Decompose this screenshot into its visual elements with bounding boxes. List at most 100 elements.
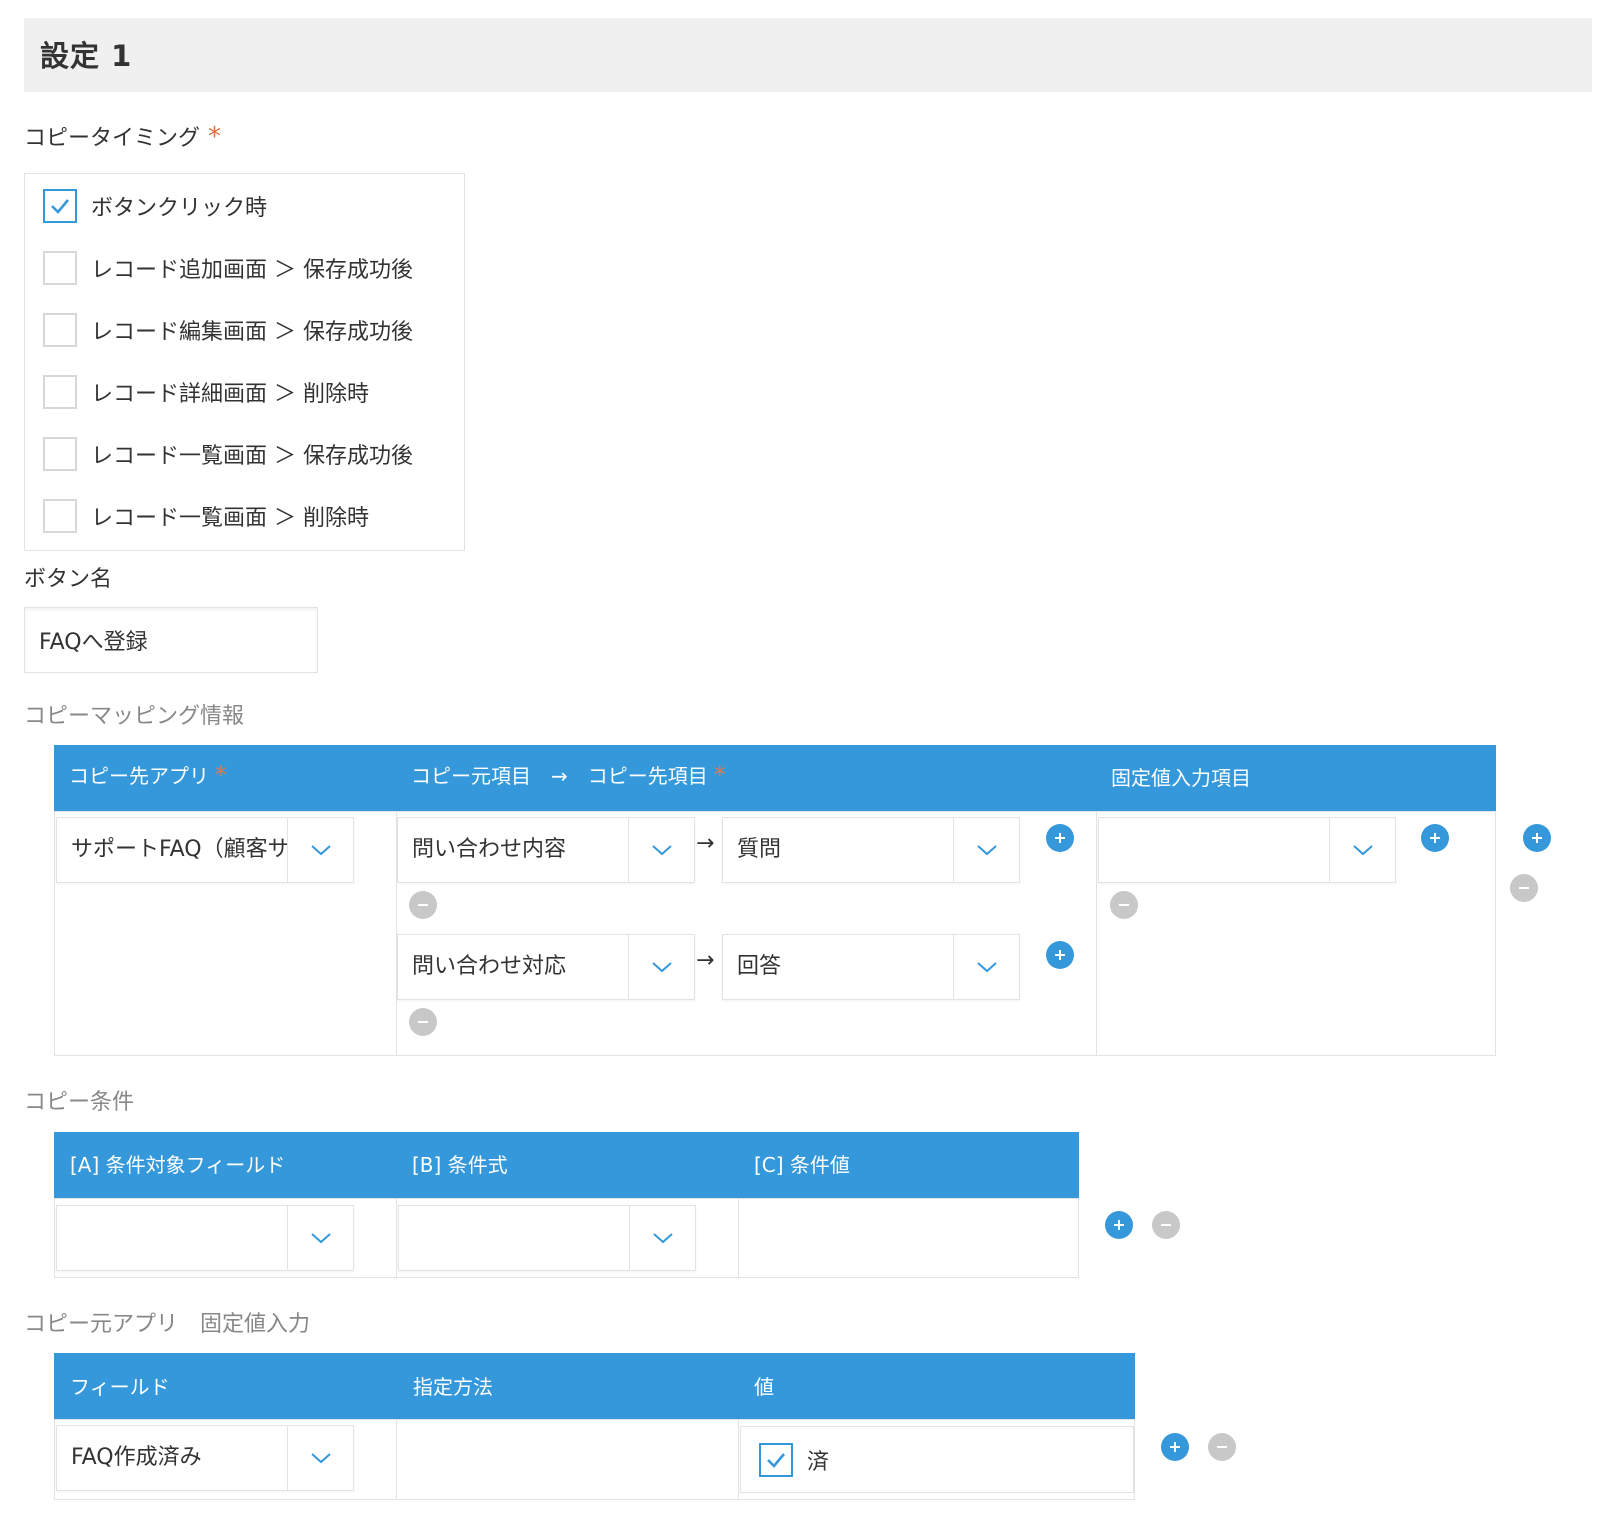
checkbox[interactable] [43, 189, 77, 223]
remove-mapping-row-button[interactable] [409, 1008, 437, 1036]
chevron-down-icon [310, 845, 331, 856]
dropdown-button[interactable] [628, 935, 694, 999]
add-mapping-row-button[interactable] [1046, 824, 1074, 852]
checkbox[interactable] [43, 437, 77, 471]
checkbox[interactable] [759, 1443, 793, 1477]
source-fixed-header-field: フィールド [70, 1375, 170, 1399]
timing-option-detail-delete[interactable]: レコード詳細画面 ＞ 削除時 [43, 374, 369, 410]
value-checkbox-group: 済 [740, 1426, 1134, 1493]
check-icon [767, 1453, 785, 1468]
copy-condition-label: コピー条件 [24, 1090, 135, 1115]
minus-icon [418, 904, 428, 906]
chevron-down-icon [651, 962, 672, 973]
chevron-down-icon [1352, 845, 1373, 856]
condition-header-b: [B] 条件式 [412, 1153, 508, 1177]
required-mark: * [215, 761, 227, 789]
mapping-header-fixed: 固定値入力項目 [1111, 766, 1251, 790]
dest-field-select[interactable]: 回答 [722, 934, 1020, 1000]
timing-option-label: レコード一覧画面 ＞ 保存成功後 [91, 444, 413, 469]
chevron-down-icon [651, 845, 672, 856]
source-fixed-table-header [54, 1353, 1135, 1419]
timing-option-list-save[interactable]: レコード一覧画面 ＞ 保存成功後 [43, 436, 413, 472]
add-fixed-value-button[interactable] [1161, 1433, 1189, 1461]
checkbox[interactable] [43, 251, 77, 285]
timing-option-label: ボタンクリック時 [91, 196, 268, 221]
condition-header-c: [C] 条件値 [754, 1153, 850, 1177]
dropdown-button[interactable] [287, 1206, 353, 1270]
dropdown-button[interactable] [629, 1206, 695, 1270]
copy-timing-options: ボタンクリック時 レコード追加画面 ＞ 保存成功後 レコード編集画面 ＞ 保存成… [24, 173, 465, 551]
mapping-table-header [54, 745, 1496, 811]
chevron-down-icon [310, 1453, 331, 1464]
dropdown-button[interactable] [1329, 818, 1395, 882]
add-mapping-row-button[interactable] [1046, 941, 1074, 969]
mapping-header-fields: コピー元項目 → コピー先項目 * [411, 760, 726, 789]
dest-field-select[interactable]: 質問 [722, 817, 1020, 883]
value-option-done[interactable]: 済 [759, 1442, 829, 1478]
plus-icon [1114, 1220, 1124, 1230]
remove-mapping-block-button[interactable] [1510, 874, 1538, 902]
timing-option-label: レコード詳細画面 ＞ 削除時 [91, 382, 369, 407]
chevron-down-icon [976, 962, 997, 973]
remove-fixed-value-button[interactable] [1208, 1433, 1236, 1461]
setting-header [24, 18, 1592, 92]
plus-icon [1055, 833, 1065, 843]
dropdown-button[interactable] [287, 1426, 353, 1490]
dropdown-button[interactable] [953, 818, 1019, 882]
source-field-value: 問い合わせ対応 [412, 954, 567, 979]
dropdown-button[interactable] [953, 935, 1019, 999]
fixed-field-select[interactable] [1098, 817, 1396, 883]
mapping-header-dest-app-text: コピー先アプリ [69, 764, 209, 788]
required-mark: * [208, 122, 222, 152]
dest-field-value: 質問 [737, 837, 782, 862]
minus-icon [418, 1021, 428, 1023]
remove-fixed-field-button[interactable] [1110, 891, 1138, 919]
condition-operator-select[interactable] [398, 1205, 696, 1271]
chevron-down-icon [976, 845, 997, 856]
timing-option-button-click[interactable]: ボタンクリック時 [43, 188, 267, 224]
copy-timing-label-text: コピータイミング [24, 126, 201, 151]
add-fixed-field-button[interactable] [1421, 824, 1449, 852]
add-condition-button[interactable] [1105, 1211, 1133, 1239]
mapping-arrow: → [696, 831, 715, 856]
dropdown-button[interactable] [287, 818, 353, 882]
source-field-select[interactable]: 問い合わせ内容 [397, 817, 695, 883]
source-fixed-field-select[interactable]: FAQ作成済み [56, 1425, 354, 1491]
copy-mapping-label: コピーマッピング情報 [24, 704, 245, 729]
minus-icon [1161, 1224, 1171, 1226]
chevron-down-icon [652, 1233, 673, 1244]
timing-option-add-save[interactable]: レコード追加画面 ＞ 保存成功後 [43, 250, 413, 286]
required-mark: * [713, 761, 726, 789]
condition-field-select[interactable] [56, 1205, 354, 1271]
remove-condition-button[interactable] [1152, 1211, 1180, 1239]
condition-cell-c [738, 1198, 1079, 1278]
minus-icon [1217, 1446, 1227, 1448]
dest-app-select[interactable]: サポートFAQ（顧客サ [56, 817, 354, 883]
source-fixed-field-value: FAQ作成済み [71, 1445, 202, 1470]
checkbox[interactable] [43, 499, 77, 533]
minus-icon [1519, 887, 1529, 889]
timing-option-edit-save[interactable]: レコード編集画面 ＞ 保存成功後 [43, 312, 413, 348]
dest-app-select-value: サポートFAQ（顧客サ [71, 837, 289, 862]
source-fixed-header-value: 値 [754, 1375, 774, 1399]
check-icon [51, 199, 69, 214]
dropdown-button[interactable] [628, 818, 694, 882]
add-mapping-block-button[interactable] [1523, 824, 1551, 852]
plus-icon [1055, 950, 1065, 960]
button-name-input[interactable]: FAQへ登録 [24, 607, 318, 673]
value-option-label: 済 [807, 1450, 830, 1475]
timing-option-label: レコード追加画面 ＞ 保存成功後 [91, 258, 413, 283]
minus-icon [1119, 904, 1129, 906]
condition-header-a: [A] 条件対象フィールド [70, 1153, 286, 1177]
setting-title: 設定 1 [40, 39, 133, 73]
source-fixed-cell-method [396, 1419, 739, 1500]
source-field-value: 問い合わせ内容 [412, 837, 567, 862]
checkbox[interactable] [43, 375, 77, 409]
checkbox[interactable] [43, 313, 77, 347]
mapping-arrow: → [696, 948, 715, 973]
source-field-select[interactable]: 問い合わせ対応 [397, 934, 695, 1000]
plus-icon [1430, 833, 1440, 843]
timing-option-label: レコード編集画面 ＞ 保存成功後 [91, 320, 413, 345]
remove-mapping-row-button[interactable] [409, 891, 437, 919]
timing-option-list-delete[interactable]: レコード一覧画面 ＞ 削除時 [43, 498, 369, 534]
